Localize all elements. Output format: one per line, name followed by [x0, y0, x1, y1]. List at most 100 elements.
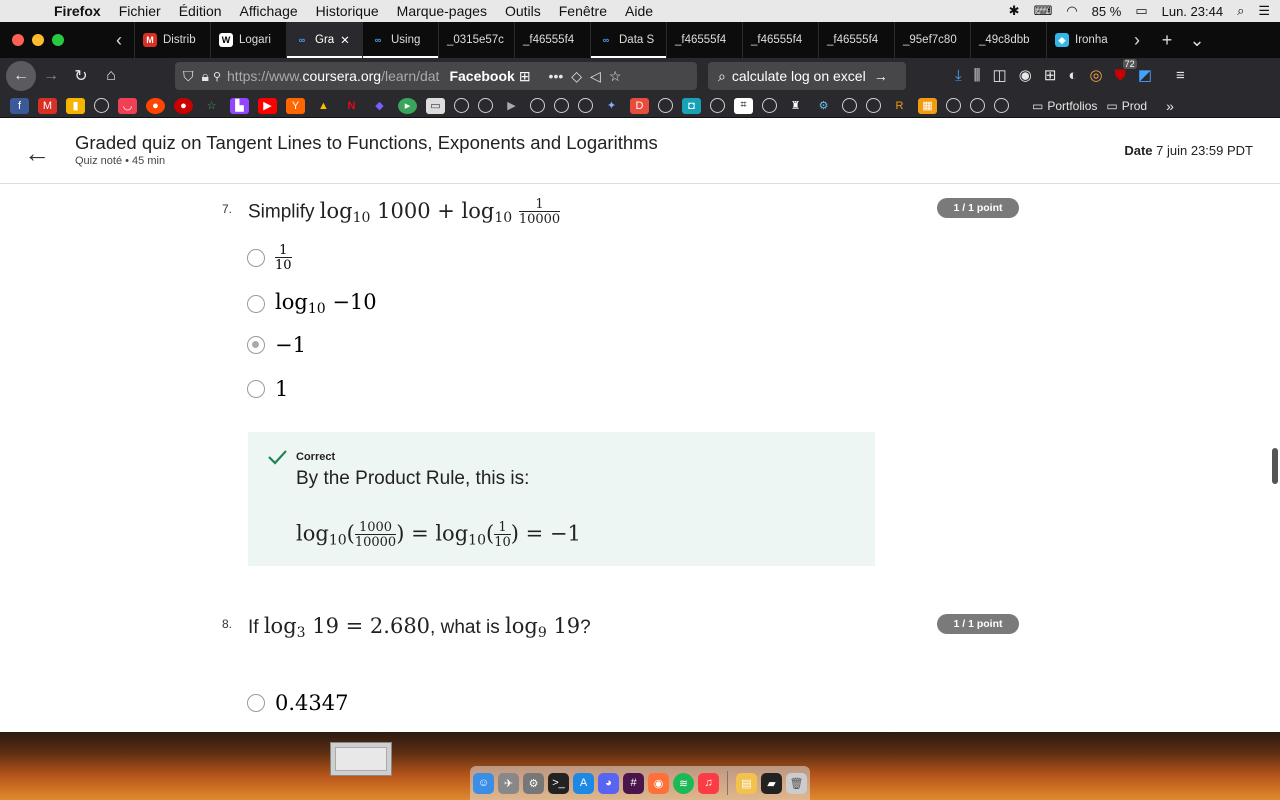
container-icon[interactable]: ⊞ — [519, 68, 531, 85]
google-drive-bookmark-icon[interactable]: ▲ — [314, 98, 333, 114]
sidebar-icon[interactable]: ◫ — [993, 66, 1007, 84]
answer-option[interactable]: 1 10 — [247, 244, 292, 272]
facebook-container-chip[interactable]: Facebook — [449, 68, 514, 84]
twitch-bookmark-icon[interactable]: ▙ — [230, 97, 249, 114]
netflix-bookmark-icon[interactable]: N — [342, 98, 361, 114]
discord-icon[interactable]: ◕ — [598, 772, 619, 794]
browser-tab[interactable]: ∞ Using — [362, 22, 438, 58]
browser-tab[interactable]: _f46555f4 — [514, 22, 590, 58]
radio-button[interactable] — [247, 694, 265, 712]
d-bookmark-icon[interactable]: D — [630, 97, 649, 114]
globe-icon[interactable] — [762, 98, 777, 113]
menu-edition[interactable]: Édition — [179, 3, 222, 19]
globe-icon[interactable] — [994, 98, 1009, 113]
extension-d-icon[interactable]: ◐ — [1068, 67, 1077, 84]
teal-bookmark-icon[interactable]: ◘ — [682, 97, 701, 114]
browser-tab[interactable]: ∞ Gra ✕ — [286, 22, 362, 58]
forward-arrow-icon[interactable]: → — [36, 61, 66, 91]
tab-list-chevron-icon[interactable]: ⌄ — [1182, 30, 1212, 51]
browser-tab[interactable]: _95ef7c80 — [894, 22, 970, 58]
notification-center-icon[interactable]: ☰ — [1258, 3, 1270, 19]
globe-icon[interactable] — [578, 98, 593, 113]
menubar-clock[interactable]: Lun. 23:44 — [1162, 4, 1223, 19]
keyboard-icon[interactable]: ⌨ — [1034, 3, 1053, 19]
globe-icon[interactable] — [970, 98, 985, 113]
radio-button[interactable] — [247, 294, 265, 313]
library-icon[interactable]: ⫼ — [974, 67, 981, 84]
new-tab-icon[interactable]: + — [1152, 30, 1182, 51]
search-bar[interactable]: ⌕ calculate log on excel → — [708, 62, 906, 90]
firefox-icon[interactable]: ◉ — [648, 772, 669, 794]
globe-icon[interactable] — [866, 98, 881, 113]
extension-grid-icon[interactable]: ⊞ — [1044, 66, 1057, 84]
tab-scroll-left-icon[interactable]: ‹ — [104, 30, 134, 51]
system-preferences-icon[interactable]: ⚙ — [523, 772, 544, 794]
url-bar[interactable]: ⛉ 🔒︎ ⚲ https://www. coursera.org /learn/… — [175, 62, 697, 90]
preview-icon[interactable]: ▤ — [736, 772, 757, 794]
bookmark-star-icon[interactable]: ☆ — [609, 68, 622, 85]
tab-scroll-right-icon[interactable]: › — [1122, 30, 1152, 51]
back-arrow-icon[interactable]: ← — [6, 61, 36, 91]
zoom-window-button[interactable] — [52, 34, 64, 46]
browser-tab[interactable]: _f46555f4 — [742, 22, 818, 58]
menu-affichage[interactable]: Affichage — [240, 3, 298, 19]
extension-flag-icon[interactable]: ◩ — [1138, 66, 1152, 84]
feed-bookmark-icon[interactable]: ▦ — [918, 97, 937, 114]
window-bookmark-icon[interactable]: ▭ — [426, 97, 445, 114]
download-icon[interactable]: ⤓ — [955, 67, 962, 84]
play-bookmark-icon[interactable]: ▸ — [398, 97, 417, 114]
globe-icon[interactable] — [94, 98, 109, 113]
globe-icon[interactable] — [530, 98, 545, 113]
menu-outils[interactable]: Outils — [505, 3, 541, 19]
browser-tab[interactable]: M Distrib — [134, 22, 210, 58]
bracket-bookmark-icon[interactable]: ⌗ — [734, 97, 753, 114]
bluetooth-icon[interactable]: ✱ — [1009, 3, 1020, 19]
pocket-bookmark-icon[interactable]: ◡ — [118, 97, 137, 114]
radio-button-selected[interactable] — [247, 336, 265, 354]
play-arrow-bookmark-icon[interactable]: ▶ — [502, 98, 521, 114]
spotlight-icon[interactable]: ⌕ — [1237, 3, 1244, 19]
launchpad-icon[interactable]: ✈ — [498, 772, 519, 794]
browser-tab[interactable]: ∞ Data S — [590, 22, 666, 58]
radio-button[interactable] — [247, 249, 265, 267]
battery-icon[interactable]: ▭ — [1135, 3, 1147, 19]
browser-tab[interactable]: ◆ Ironha — [1046, 22, 1122, 58]
star-bookmark-icon[interactable]: ☆ — [202, 98, 221, 114]
purple-bookmark-icon[interactable]: ◆ — [370, 98, 389, 114]
browser-tab[interactable]: W Logari — [210, 22, 286, 58]
globe-icon[interactable] — [478, 98, 493, 113]
globe-icon[interactable] — [658, 98, 673, 113]
facebook-bookmark-icon[interactable]: f — [10, 97, 29, 114]
page-actions-icon[interactable]: ••• — [549, 68, 564, 84]
lock-icon[interactable]: 🔒︎ — [202, 68, 209, 85]
globe-icon[interactable] — [946, 98, 961, 113]
globe-icon[interactable] — [454, 98, 469, 113]
browser-tab[interactable]: _0315e57c — [438, 22, 514, 58]
home-icon[interactable]: ⌂ — [96, 61, 126, 91]
scrollbar-thumb[interactable] — [1272, 448, 1278, 484]
briefcase-icon[interactable]: ▰ — [761, 772, 782, 794]
back-arrow-icon[interactable]: ← — [24, 138, 50, 169]
globe-icon[interactable] — [554, 98, 569, 113]
answer-option-selected[interactable]: −1 — [247, 333, 306, 357]
menu-fenetre[interactable]: Fenêtre — [559, 3, 607, 19]
globe-icon[interactable] — [710, 98, 725, 113]
app-store-icon[interactable]: A — [573, 772, 594, 794]
slack-icon[interactable]: # — [623, 772, 644, 794]
hamburger-menu-icon[interactable]: ≡ — [1176, 67, 1185, 84]
browser-tab[interactable]: _49c8dbb — [970, 22, 1046, 58]
ublock-icon[interactable]: ⛊ 72 — [1115, 58, 1137, 84]
red-circle-bookmark-icon[interactable]: ● — [174, 97, 193, 114]
bag-bookmark-icon[interactable]: ♜ — [786, 98, 805, 114]
menu-aide[interactable]: Aide — [625, 3, 653, 19]
close-tab-icon[interactable]: ✕ — [340, 33, 350, 47]
wifi-icon[interactable]: ◠ — [1066, 3, 1077, 19]
answer-option[interactable]: 0.4347 — [247, 691, 348, 715]
browser-tab[interactable]: _f46555f4 — [818, 22, 894, 58]
radio-button[interactable] — [247, 380, 265, 398]
steam-bookmark-icon[interactable]: ⚙ — [814, 98, 833, 114]
terminal-icon[interactable]: >_ — [548, 772, 569, 794]
ycombinator-bookmark-icon[interactable]: Y — [286, 97, 305, 114]
menu-fichier[interactable]: Fichier — [119, 3, 161, 19]
browser-tab[interactable]: _f46555f4 — [666, 22, 742, 58]
